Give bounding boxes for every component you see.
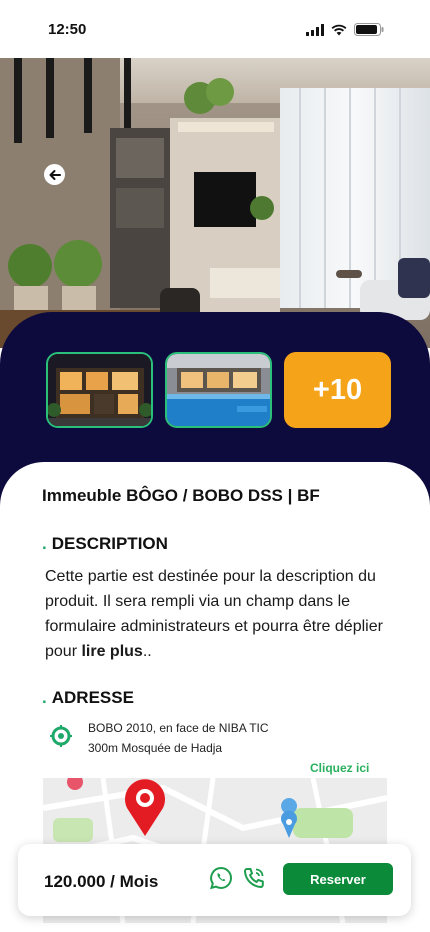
status-icons bbox=[306, 23, 384, 36]
status-bar: 12:50 bbox=[0, 0, 430, 58]
address-text: BOBO 2010, en face de NIBA TIC 300m Mosq… bbox=[88, 718, 269, 758]
whatsapp-icon[interactable] bbox=[209, 866, 233, 890]
living-room-photo bbox=[0, 58, 430, 348]
description-heading: . DESCRIPTION bbox=[42, 534, 168, 554]
description-heading-label: DESCRIPTION bbox=[51, 534, 168, 553]
back-button[interactable] bbox=[44, 164, 65, 185]
address-line-2: 300m Mosquée de Hadja bbox=[88, 741, 223, 755]
battery-icon bbox=[354, 23, 384, 36]
map-link[interactable]: Cliquez ici bbox=[310, 761, 369, 775]
description-suffix: .. bbox=[142, 643, 152, 660]
wifi-icon bbox=[331, 24, 347, 35]
address-heading-label: ADRESSE bbox=[51, 688, 134, 707]
description-bullet: . bbox=[42, 534, 47, 553]
address-line-1: BOBO 2010, en face de NIBA TIC bbox=[88, 721, 269, 735]
address-bullet: . bbox=[42, 688, 47, 707]
arrow-left-icon bbox=[49, 169, 61, 180]
read-more-link[interactable]: lire plus bbox=[81, 643, 142, 660]
property-hero-image bbox=[0, 58, 430, 348]
gallery-thumbnail-pool[interactable] bbox=[165, 352, 272, 428]
booking-bar: 120.000 / Mois Reserver bbox=[18, 844, 411, 916]
facade-photo bbox=[48, 354, 151, 426]
cellular-signal-icon bbox=[306, 23, 324, 36]
reserve-button[interactable]: Reserver bbox=[283, 863, 393, 895]
location-target-icon bbox=[50, 725, 72, 747]
status-time: 12:50 bbox=[48, 21, 87, 38]
price-label: 120.000 / Mois bbox=[44, 872, 159, 891]
phone-call-icon[interactable] bbox=[242, 866, 266, 890]
more-photos-button[interactable]: +10 bbox=[284, 352, 391, 428]
property-title: Immeuble BÔGO / BOBO DSS | BF bbox=[42, 486, 320, 505]
pool-photo bbox=[167, 354, 270, 426]
address-heading: . ADRESSE bbox=[42, 688, 134, 708]
gallery-thumbnail-facade[interactable] bbox=[46, 352, 153, 428]
description-text: Cette partie est destinée pour la descri… bbox=[45, 564, 407, 664]
